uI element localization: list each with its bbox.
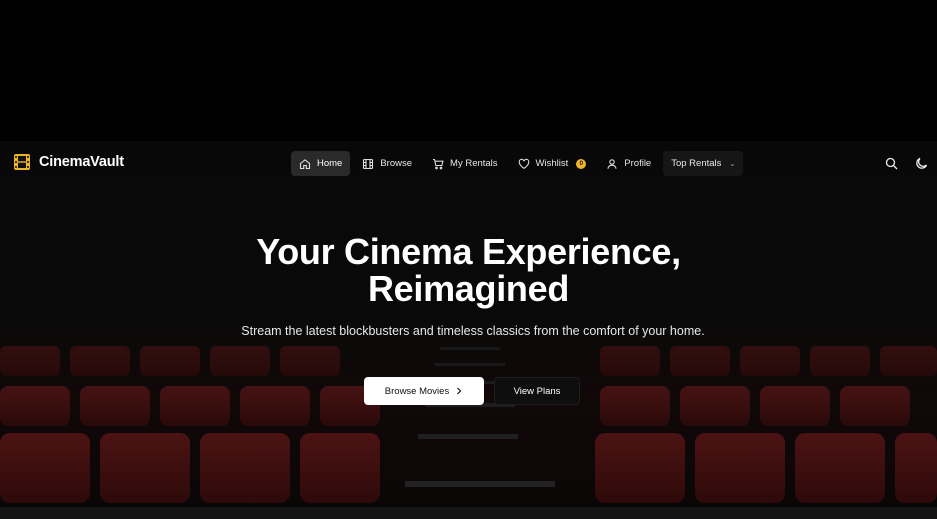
- nav-item-home[interactable]: Home: [291, 151, 351, 176]
- nav-label-profile: Profile: [624, 158, 652, 169]
- heart-icon: [518, 158, 529, 169]
- navbar: CinemaVault Home Browse My Rentals Wishl…: [0, 141, 937, 187]
- nav-item-top-rentals[interactable]: Top Rentals ⌄: [663, 151, 744, 176]
- wishlist-count-badge: 0: [576, 158, 587, 169]
- hero-title: Your Cinema Experience, Reimagined: [0, 233, 937, 307]
- blank-top-area: [0, 0, 937, 141]
- search-button[interactable]: [883, 155, 899, 171]
- nav-label-browse: Browse: [380, 158, 413, 169]
- browse-movies-button[interactable]: Browse Movies: [364, 377, 484, 405]
- nav-label-wishlist: Wishlist: [535, 158, 569, 169]
- browse-movies-label: Browse Movies: [384, 385, 450, 397]
- cart-icon: [433, 158, 444, 169]
- film-icon: [363, 158, 374, 169]
- brand-logo[interactable]: CinemaVault: [13, 153, 124, 171]
- theme-toggle-button[interactable]: [913, 155, 929, 171]
- view-plans-button[interactable]: View Plans: [494, 377, 580, 405]
- film-reel-icon: [14, 154, 30, 170]
- nav-label-my-rentals: My Rentals: [450, 158, 498, 169]
- nav-item-browse[interactable]: Browse: [354, 151, 420, 176]
- nav-label-home: Home: [317, 158, 343, 169]
- hero-title-line-2: Reimagined: [367, 268, 570, 309]
- main-nav: Home Browse My Rentals Wishlist 0 Profil…: [291, 151, 744, 176]
- user-icon: [607, 158, 617, 169]
- nav-item-wishlist[interactable]: Wishlist 0: [510, 151, 595, 176]
- chevron-down-icon: ⌄: [729, 160, 736, 168]
- brand-name: CinemaVault: [39, 154, 124, 170]
- moon-icon: [915, 157, 927, 169]
- section-divider: [0, 507, 937, 519]
- nav-actions: [883, 155, 929, 171]
- hero-subtitle: Stream the latest blockbusters and timel…: [241, 324, 705, 338]
- nav-item-my-rentals[interactable]: My Rentals: [424, 151, 506, 176]
- chevron-right-icon: [457, 387, 462, 395]
- nav-item-profile[interactable]: Profile: [598, 151, 659, 176]
- nav-label-top-rentals: Top Rentals: [671, 158, 722, 169]
- hero-title-line-1: Your Cinema Experience,: [256, 231, 681, 272]
- search-icon: [885, 157, 897, 169]
- home-icon: [299, 158, 311, 169]
- view-plans-label: View Plans: [513, 385, 561, 397]
